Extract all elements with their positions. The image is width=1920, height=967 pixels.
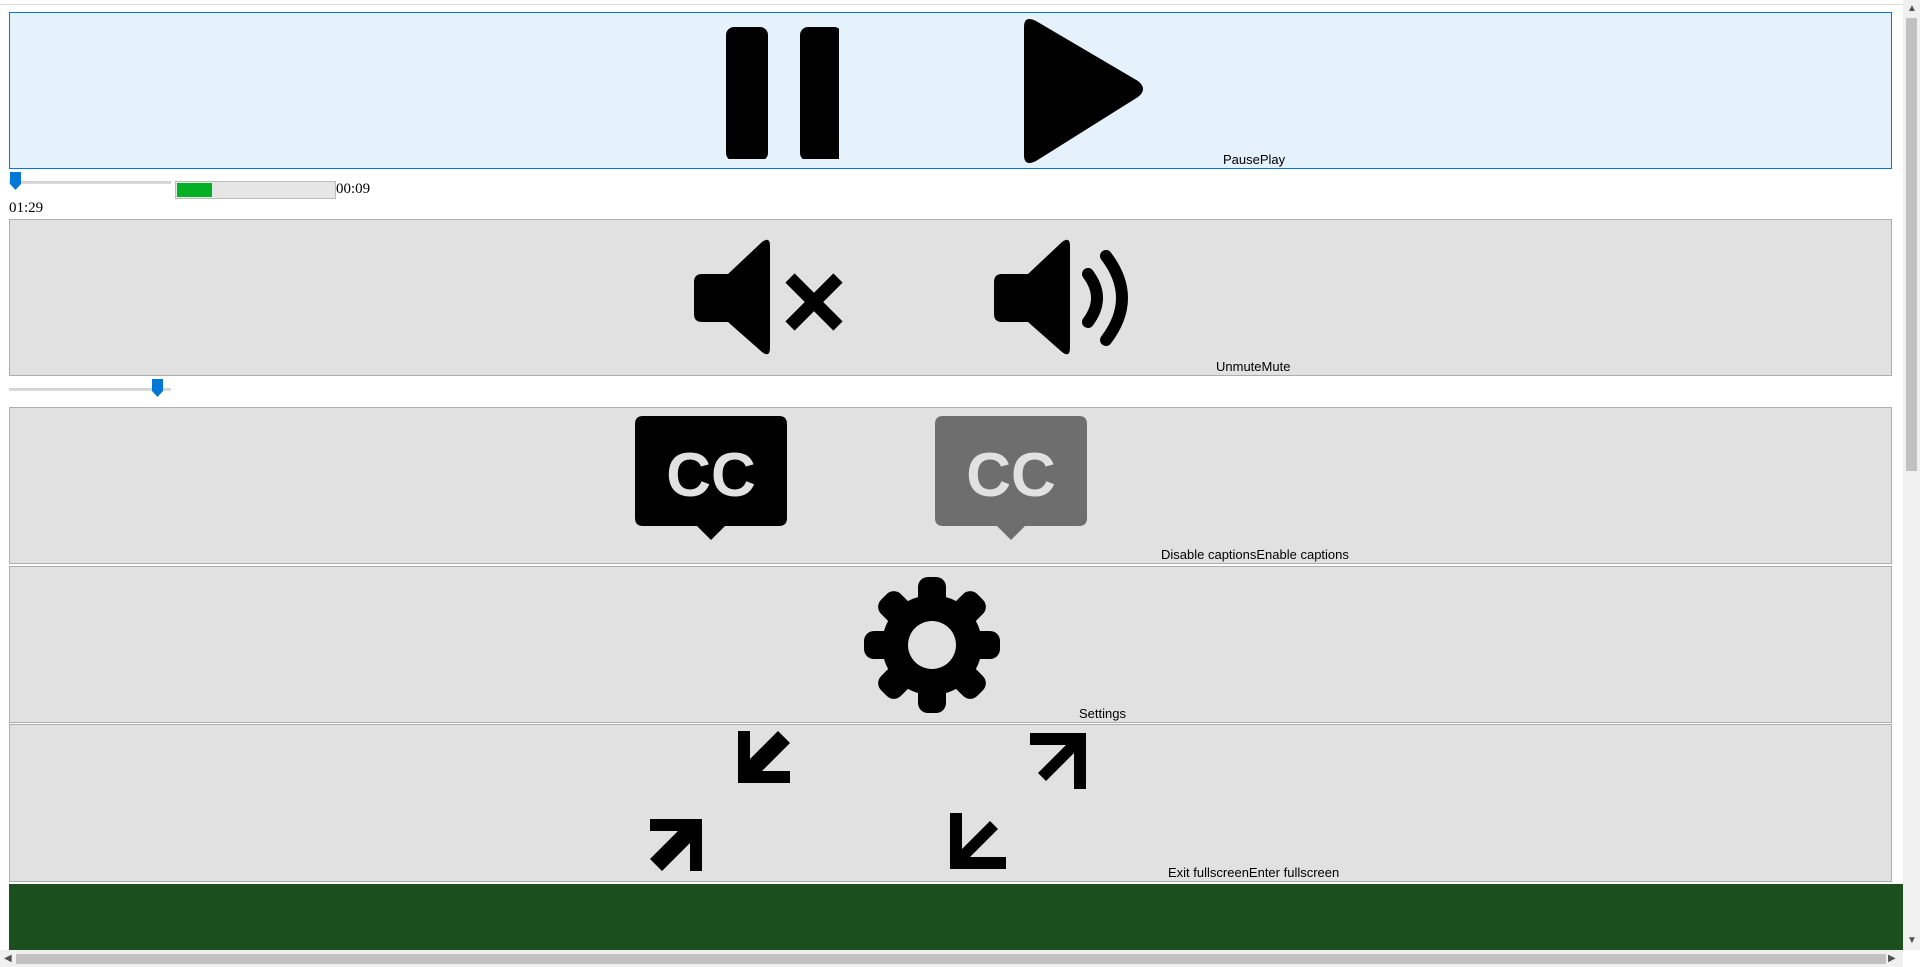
seek-thumb[interactable] xyxy=(10,172,21,190)
play-icon xyxy=(1024,19,1143,163)
horizontal-scrollbar[interactable]: ◀ ▶ xyxy=(0,950,1903,967)
horizontal-scroll-thumb[interactable] xyxy=(16,954,1886,964)
buffered-time: 00:09 xyxy=(336,181,371,197)
progress-bar xyxy=(175,181,336,199)
scroll-down-arrow[interactable]: ▼ xyxy=(1907,936,1917,946)
captions-label: Disable captionsEnable captions xyxy=(1161,547,1349,562)
gear-icon xyxy=(864,577,1000,713)
vertical-scrollbar[interactable]: ▲ ▼ xyxy=(1903,0,1920,950)
mute-button[interactable]: UnmuteMute xyxy=(9,219,1892,376)
top-border xyxy=(0,0,1903,5)
svg-text:CC: CC xyxy=(666,441,756,510)
speaker-volume-icon xyxy=(994,239,1128,355)
mute-label: UnmuteMute xyxy=(1216,359,1291,374)
play-pause-label: PausePlay xyxy=(1223,152,1286,167)
captions-off-icon: CC xyxy=(935,416,1087,540)
exit-fullscreen-icon xyxy=(650,731,790,871)
volume-track[interactable] xyxy=(9,388,171,391)
seek-track[interactable] xyxy=(9,181,171,184)
settings-label: Settings xyxy=(1079,706,1126,721)
vertical-scroll-thumb[interactable] xyxy=(1906,18,1917,471)
footer-bar xyxy=(9,884,1903,951)
pause-icon xyxy=(726,27,839,159)
captions-on-icon: CC xyxy=(635,416,787,540)
enter-fullscreen-icon xyxy=(950,733,1086,869)
scroll-right-arrow[interactable]: ▶ xyxy=(1888,954,1896,964)
scroll-up-arrow[interactable]: ▲ xyxy=(1907,4,1917,14)
volume-thumb[interactable] xyxy=(152,379,163,397)
settings-button[interactable]: Settings xyxy=(9,566,1892,723)
fullscreen-button[interactable]: Exit fullscreenEnter fullscreen xyxy=(9,724,1892,882)
play-pause-button[interactable]: PausePlay xyxy=(9,12,1892,169)
svg-text:CC: CC xyxy=(966,441,1056,510)
scroll-left-arrow[interactable]: ◀ xyxy=(4,954,12,964)
speaker-muted-icon xyxy=(694,239,843,355)
fullscreen-label: Exit fullscreenEnter fullscreen xyxy=(1168,865,1340,880)
progress-fill xyxy=(177,183,212,197)
current-time: 01:29 xyxy=(9,200,44,216)
captions-button[interactable]: CC CC Disable captionsEnable captions xyxy=(9,407,1892,564)
